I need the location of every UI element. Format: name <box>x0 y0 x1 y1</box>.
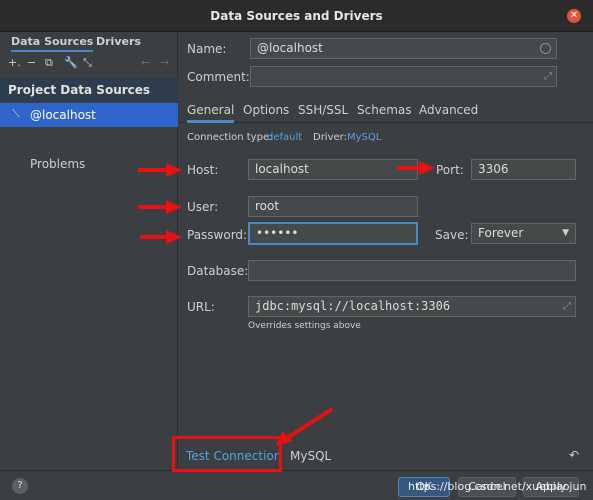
revert-icon[interactable]: ↶ <box>569 448 579 462</box>
port-label: Port: <box>436 163 464 177</box>
problems-item[interactable]: Problems <box>30 157 85 171</box>
driver-link[interactable]: MySQL <box>347 132 381 143</box>
comment-field[interactable]: ⤢ <box>250 66 557 87</box>
project-data-sources-header: Project Data Sources <box>0 78 178 102</box>
left-tabs: Data Sources Drivers <box>0 32 178 52</box>
data-source-item-localhost[interactable]: ⟍ @localhost <box>0 103 178 127</box>
help-icon[interactable]: ? <box>12 478 28 494</box>
driver-label: Driver: <box>313 132 347 143</box>
tab-drivers[interactable]: Drivers <box>96 35 141 48</box>
forward-icon[interactable]: → <box>160 56 169 69</box>
host-field[interactable]: localhost <box>248 159 418 180</box>
save-label: Save: <box>435 228 469 242</box>
window-title: Data Sources and Drivers <box>210 9 383 23</box>
connection-type-label: Connection type: <box>187 132 273 143</box>
remove-icon[interactable]: − <box>27 56 36 69</box>
user-value: root <box>255 199 280 213</box>
url-hint: Overrides settings above <box>248 321 361 331</box>
color-circle-icon[interactable] <box>540 43 551 54</box>
wrench-icon[interactable]: 🔧 <box>64 56 78 69</box>
port-field[interactable]: 3306 <box>471 159 576 180</box>
name-label: Name: <box>187 42 227 56</box>
port-value: 3306 <box>478 162 509 176</box>
connection-type-link[interactable]: default <box>267 132 302 143</box>
right-panel: Name: @localhost Comment: ⤢ General Opti… <box>179 32 593 470</box>
host-label: Host: <box>187 163 219 177</box>
comment-label: Comment: <box>187 70 250 84</box>
url-value: jdbc:mysql://localhost:3306 <box>255 299 451 313</box>
database-field[interactable] <box>248 260 576 281</box>
save-value: Forever <box>478 226 524 240</box>
back-icon[interactable]: ← <box>141 56 150 69</box>
tab-general[interactable]: General <box>187 103 235 123</box>
expand-icon[interactable]: ⤢ <box>544 70 552 83</box>
data-source-label: @localhost <box>30 108 96 122</box>
user-label: User: <box>187 200 219 214</box>
mysql-icon: ⟍ <box>12 107 20 120</box>
user-field[interactable]: root <box>248 196 418 217</box>
url-field[interactable]: jdbc:mysql://localhost:3306 ⤢ <box>248 296 576 317</box>
password-label: Password: <box>187 228 248 242</box>
left-panel: Data Sources Drivers +. − ⧉ 🔧 ⤡ ← → Proj… <box>0 32 178 470</box>
name-field[interactable]: @localhost <box>250 38 557 59</box>
name-value: @localhost <box>257 41 323 55</box>
add-icon[interactable]: +. <box>8 56 21 69</box>
test-connection-highlight <box>172 436 282 472</box>
settings-tabs: General Options SSH/SSL Schemas Advanced <box>179 99 593 123</box>
chart-icon[interactable]: ⤡ <box>83 56 92 70</box>
host-value: localhost <box>255 162 309 176</box>
left-toolbar: +. − ⧉ 🔧 ⤡ ← → <box>0 54 178 74</box>
password-value: •••••• <box>256 226 299 240</box>
tab-advanced[interactable]: Advanced <box>419 103 478 117</box>
url-label: URL: <box>187 300 215 314</box>
expand-icon[interactable]: ⤢ <box>563 300 571 313</box>
tab-data-sources[interactable]: Data Sources <box>11 35 94 52</box>
tab-ssh-ssl[interactable]: SSH/SSL <box>298 103 348 117</box>
close-icon[interactable]: ✕ <box>567 9 581 23</box>
watermark-text: https://blog.csdn.net/xuebiaojun <box>408 480 587 493</box>
database-label: Database: <box>187 264 249 278</box>
tab-schemas[interactable]: Schemas <box>357 103 412 117</box>
tab-options[interactable]: Options <box>243 103 289 117</box>
title-bar: Data Sources and Drivers ✕ <box>0 0 593 32</box>
dialog-footer: ? OK Cancel Apply https://blog.csdn.net/… <box>0 470 593 500</box>
password-field[interactable]: •••••• <box>248 222 418 245</box>
section-title: Project Data Sources <box>8 83 151 97</box>
chevron-down-icon: ▼ <box>562 228 569 238</box>
mysql-driver-tab[interactable]: MySQL <box>290 449 331 463</box>
save-select[interactable]: Forever ▼ <box>471 223 576 244</box>
duplicate-icon[interactable]: ⧉ <box>45 56 53 70</box>
